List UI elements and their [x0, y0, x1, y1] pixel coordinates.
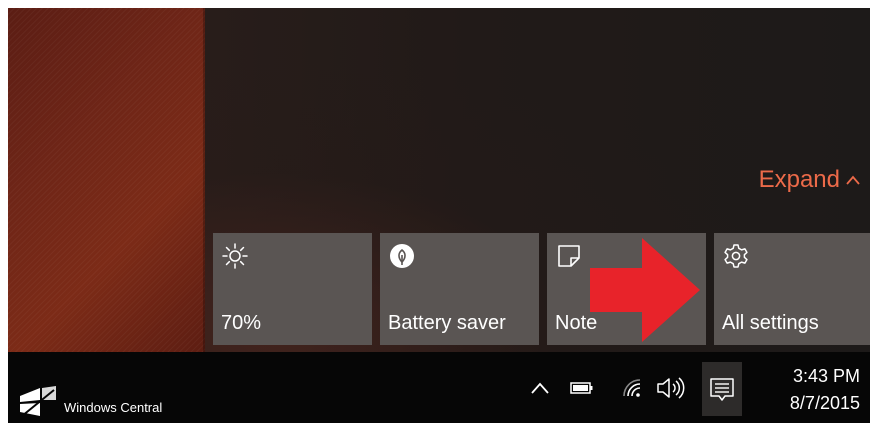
chevron-up-icon	[846, 175, 860, 185]
clock-date: 8/7/2015	[789, 393, 860, 413]
action-center-button[interactable]	[702, 362, 742, 416]
quick-action-battery-saver[interactable]: Battery saver	[380, 233, 539, 345]
chevron-up-icon[interactable]	[530, 381, 550, 395]
note-icon	[558, 245, 580, 267]
screen: Expand 70% Battery saver Note All settin…	[8, 8, 870, 423]
battery-icon[interactable]	[570, 381, 594, 395]
quick-actions: 70% Battery saver Note All settings	[213, 233, 870, 345]
watermark-text: Windows Central	[64, 399, 163, 415]
red-arrow-annotation	[590, 238, 700, 342]
all-settings-label: All settings	[722, 312, 819, 334]
action-center-icon	[710, 378, 734, 401]
clock-time: 3:43 PM	[792, 366, 860, 386]
taskbar: Windows Central 3:43 PM 8/7/2015	[8, 352, 870, 423]
quick-action-all-settings[interactable]: All settings	[714, 233, 870, 345]
desktop-wallpaper	[8, 8, 205, 352]
battery-saver-label: Battery saver	[388, 312, 506, 334]
battery-saver-icon	[390, 244, 414, 268]
windows-central-logo	[20, 386, 56, 417]
brightness-icon	[222, 243, 248, 269]
volume-icon[interactable]	[656, 376, 686, 400]
expand-button[interactable]: Expand	[759, 166, 860, 194]
gear-icon	[724, 244, 748, 268]
wifi-icon[interactable]	[620, 376, 646, 398]
quick-action-brightness[interactable]: 70%	[213, 233, 372, 345]
windows-central-watermark: Windows Central	[18, 386, 162, 418]
brightness-label: 70%	[221, 312, 262, 334]
clock[interactable]: 3:43 PM 8/7/2015	[790, 363, 860, 417]
expand-label: Expand	[758, 166, 840, 193]
